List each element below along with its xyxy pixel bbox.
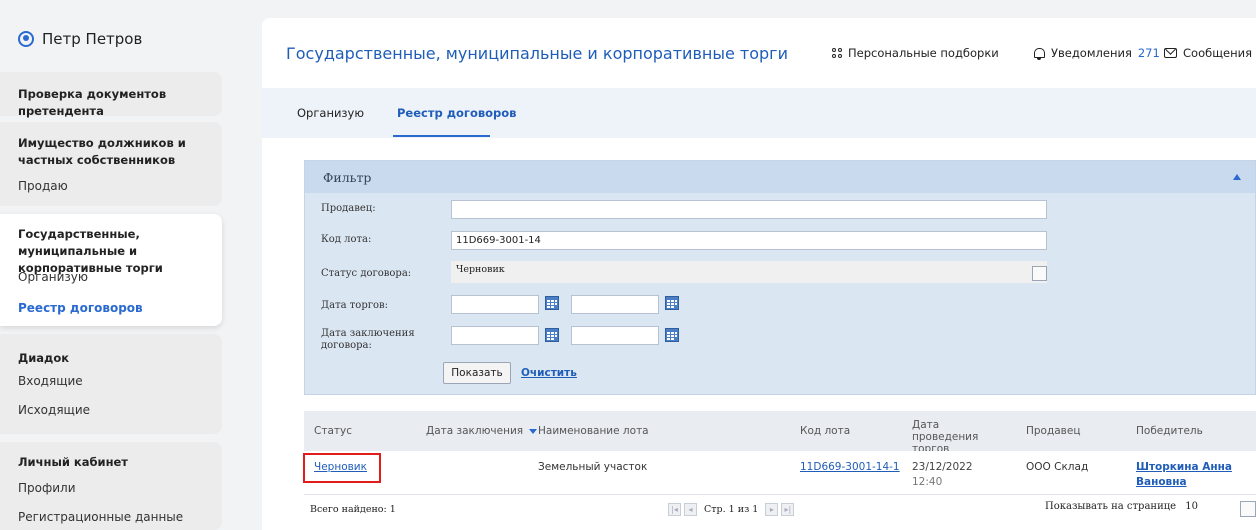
next-page-icon[interactable]: ▸ xyxy=(765,503,779,516)
prev-page-icon[interactable]: ◂ xyxy=(684,503,697,516)
collapse-icon[interactable] xyxy=(1233,174,1241,180)
notifications-button[interactable]: Уведомления 271 xyxy=(1034,46,1160,60)
contract-date-to-input[interactable] xyxy=(571,326,659,345)
active-tab-indicator xyxy=(393,135,490,137)
column-seller[interactable]: Продавец xyxy=(1026,425,1080,437)
notifications-label: Уведомления xyxy=(1051,46,1132,60)
tab-organize[interactable]: Организую xyxy=(297,106,364,120)
pagination: |◂ ◂ Стр. 1 из 1 ▸ ▸| xyxy=(668,503,795,516)
contracts-table: Статус Дата заключения Наименование лота… xyxy=(303,411,1256,530)
seller-label: Продавец: xyxy=(321,203,376,214)
user-icon xyxy=(18,31,34,47)
clear-link[interactable]: Очистить xyxy=(521,367,577,379)
page-total: 1 xyxy=(752,504,759,515)
page-indicator: Стр. 1 из 1 xyxy=(704,504,758,515)
column-lot-name[interactable]: Наименование лота xyxy=(538,425,649,437)
header: Государственные, муниципальные и корпора… xyxy=(262,18,1256,88)
main-panel: Государственные, муниципальные и корпора… xyxy=(262,18,1256,530)
lot-code-label: Код лота: xyxy=(321,234,372,245)
winner-link[interactable]: Шторкина Анна Вановна xyxy=(1136,460,1246,490)
filter-title: Фильтр xyxy=(323,170,372,185)
sidebar-item-contract-registry[interactable]: Реестр договоров xyxy=(18,301,143,315)
column-winner[interactable]: Победитель xyxy=(1136,425,1203,437)
notifications-count: 271 xyxy=(1137,46,1160,60)
sidebar-section-account: Личный кабинет xyxy=(18,455,128,469)
tab-contract-registry[interactable]: Реестр договоров xyxy=(397,106,516,120)
sidebar: Петр Петров Проверка документов претенде… xyxy=(0,0,222,530)
auction-date-from-input[interactable] xyxy=(451,295,539,314)
table-footer: Всего найдено: 1 |◂ ◂ Стр. 1 из 1 ▸ ▸| П… xyxy=(304,497,1256,523)
sidebar-item-profiles[interactable]: Профили xyxy=(18,481,76,495)
auction-date-label: Дата торгов: xyxy=(321,300,388,311)
page-title: Государственные, муниципальные и корпора… xyxy=(286,44,788,63)
messages-label: Сообщения xyxy=(1183,46,1253,60)
page-size-value[interactable]: 10 xyxy=(1185,501,1198,512)
contract-status-value: Черновик xyxy=(456,264,505,275)
sidebar-item-registration-data[interactable]: Регистрационные данные xyxy=(18,510,183,524)
personal-selections-button[interactable]: Персональные подборки xyxy=(832,46,999,60)
sidebar-card-documents[interactable]: Проверка документов претендента xyxy=(0,72,222,118)
sidebar-item-organize[interactable]: Организую xyxy=(18,270,88,284)
first-page-icon[interactable]: |◂ xyxy=(668,503,681,516)
calendar-icon[interactable] xyxy=(545,296,559,310)
seller-input[interactable] xyxy=(451,200,1047,219)
messages-button[interactable]: Сообщения xyxy=(1164,46,1252,60)
last-page-icon[interactable]: ▸| xyxy=(781,503,795,516)
user-name: Петр Петров xyxy=(42,30,143,48)
sidebar-card-account: Личный кабинет Профили Регистрационные д… xyxy=(0,442,222,530)
page-label: Стр. xyxy=(704,504,726,515)
auction-time-value: 12:40 xyxy=(912,476,943,488)
sidebar-item-documents[interactable]: Проверка документов претендента xyxy=(18,86,213,120)
sidebar-item-sell[interactable]: Продаю xyxy=(18,179,68,193)
filter-header[interactable]: Фильтр xyxy=(305,161,1255,193)
column-contract-date-label: Дата заключения xyxy=(426,425,524,437)
tabs-bar: Организую Реестр договоров xyxy=(262,88,1256,138)
page-current: 1 xyxy=(728,504,735,515)
sidebar-item-outgoing[interactable]: Исходящие xyxy=(18,403,90,417)
contract-date-label: Дата заключения договора: xyxy=(321,328,415,351)
page-size-label: Показывать на странице xyxy=(1044,501,1177,512)
grid-icon xyxy=(832,48,842,58)
sidebar-section-property: Имущество должников и частных собственни… xyxy=(18,136,186,167)
auction-date-to-input[interactable] xyxy=(571,295,659,314)
page-of: из xyxy=(737,504,750,515)
sidebar-section-diadoc: Диадок xyxy=(18,351,70,365)
table-header: Статус Дата заключения Наименование лота… xyxy=(304,411,1256,455)
mail-icon xyxy=(1164,48,1177,58)
personal-selections-label: Персональные подборки xyxy=(848,46,999,60)
lot-code-link[interactable]: 11D669-3001-14-1 xyxy=(800,460,900,475)
column-auction-date[interactable]: Дата проведения торгов xyxy=(912,419,1007,455)
sidebar-item-incoming[interactable]: Входящие xyxy=(18,374,83,388)
sidebar-card-state-auctions: Государственные, муниципальные и корпора… xyxy=(0,214,222,326)
seller-cell: ООО Склад xyxy=(1026,461,1089,473)
status-dropdown-button[interactable] xyxy=(1032,266,1047,281)
auction-date-cell: 23/12/2022 12:40 xyxy=(912,460,973,490)
total-found: Всего найдено: 1 xyxy=(310,504,396,515)
column-status[interactable]: Статус xyxy=(314,425,352,437)
contract-date-from-input[interactable] xyxy=(451,326,539,345)
column-contract-date[interactable]: Дата заключения xyxy=(426,425,538,437)
calendar-icon[interactable] xyxy=(665,296,679,310)
bell-icon xyxy=(1034,48,1045,60)
sidebar-card-diadoc: Диадок Входящие Исходящие xyxy=(0,334,222,434)
status-link[interactable]: Черновик xyxy=(314,460,367,475)
calendar-icon[interactable] xyxy=(665,328,679,342)
lot-code-input[interactable]: 11D669-3001-14 xyxy=(451,231,1047,250)
table-row[interactable]: Черновик Земельный участок 11D669-3001-1… xyxy=(303,451,1256,495)
show-button[interactable]: Показать xyxy=(443,362,511,384)
column-lot-code[interactable]: Код лота xyxy=(800,425,850,437)
filter-panel: Фильтр Продавец: Код лота: 11D669-3001-1… xyxy=(304,160,1256,395)
contract-status-label: Статус договора: xyxy=(321,268,412,279)
calendar-icon[interactable] xyxy=(545,328,559,342)
sort-desc-icon xyxy=(529,428,538,434)
page-size-dropdown-button[interactable] xyxy=(1240,501,1256,517)
contract-status-select[interactable]: Черновик xyxy=(451,261,1047,283)
user-profile[interactable]: Петр Петров xyxy=(18,30,142,48)
lot-name-cell: Земельный участок xyxy=(538,461,648,473)
auction-date-value: 23/12/2022 xyxy=(912,461,973,473)
page-size-control: Показывать на странице 10 xyxy=(1045,501,1198,512)
sidebar-card-property: Имущество должников и частных собственни… xyxy=(0,122,222,206)
